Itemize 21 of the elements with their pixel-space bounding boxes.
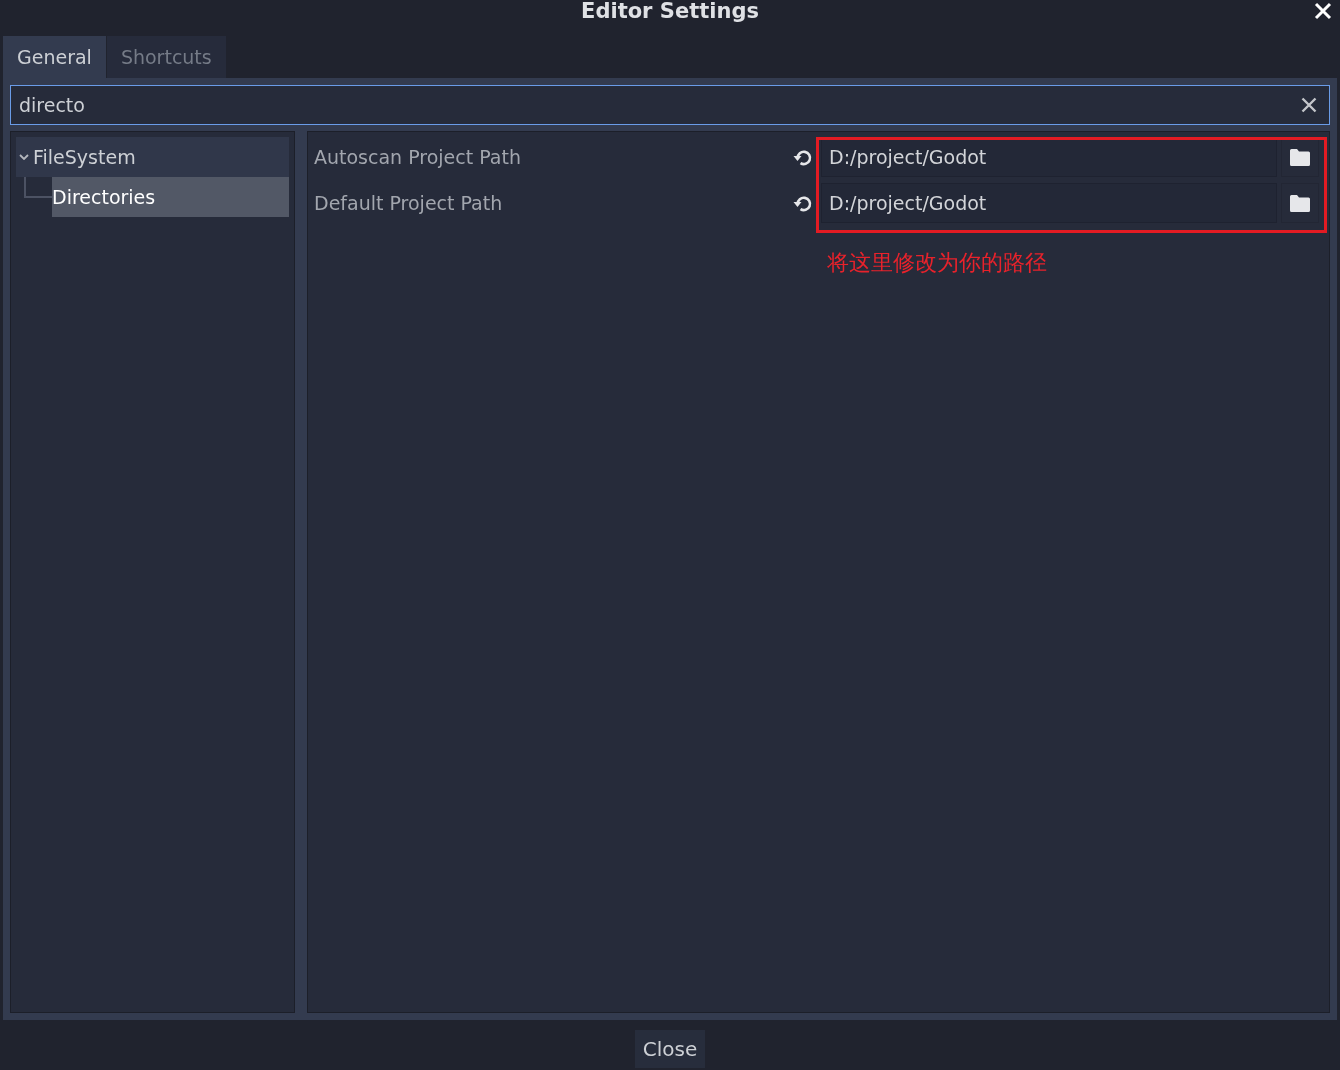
window-title: Editor Settings <box>581 0 759 23</box>
path-field[interactable]: D:/project/Godot <box>821 183 1277 223</box>
tab[interactable]: General <box>3 36 106 78</box>
property-label: Autoscan Project Path <box>314 146 522 168</box>
close-button[interactable]: Close <box>634 1030 706 1068</box>
clear-icon[interactable] <box>1301 97 1317 113</box>
close-icon[interactable] <box>1314 2 1332 20</box>
revert-icon[interactable] <box>793 193 813 213</box>
tree-item[interactable]: FileSystem <box>16 137 289 177</box>
folder-icon <box>1290 148 1310 166</box>
chevron-down-icon[interactable] <box>19 154 29 160</box>
tree-line-icon <box>24 177 52 198</box>
search-field[interactable]: directo <box>10 85 1330 125</box>
annotation-text: 将这里修改为你的路径 <box>826 249 1048 277</box>
folder-icon <box>1290 194 1310 212</box>
property-label: Default Project Path <box>314 192 504 214</box>
tree-item[interactable]: Directories <box>52 177 289 217</box>
browse-button[interactable] <box>1281 137 1319 177</box>
path-field[interactable]: D:/project/Godot <box>821 137 1277 177</box>
browse-button[interactable] <box>1281 183 1319 223</box>
revert-icon[interactable] <box>793 147 813 167</box>
